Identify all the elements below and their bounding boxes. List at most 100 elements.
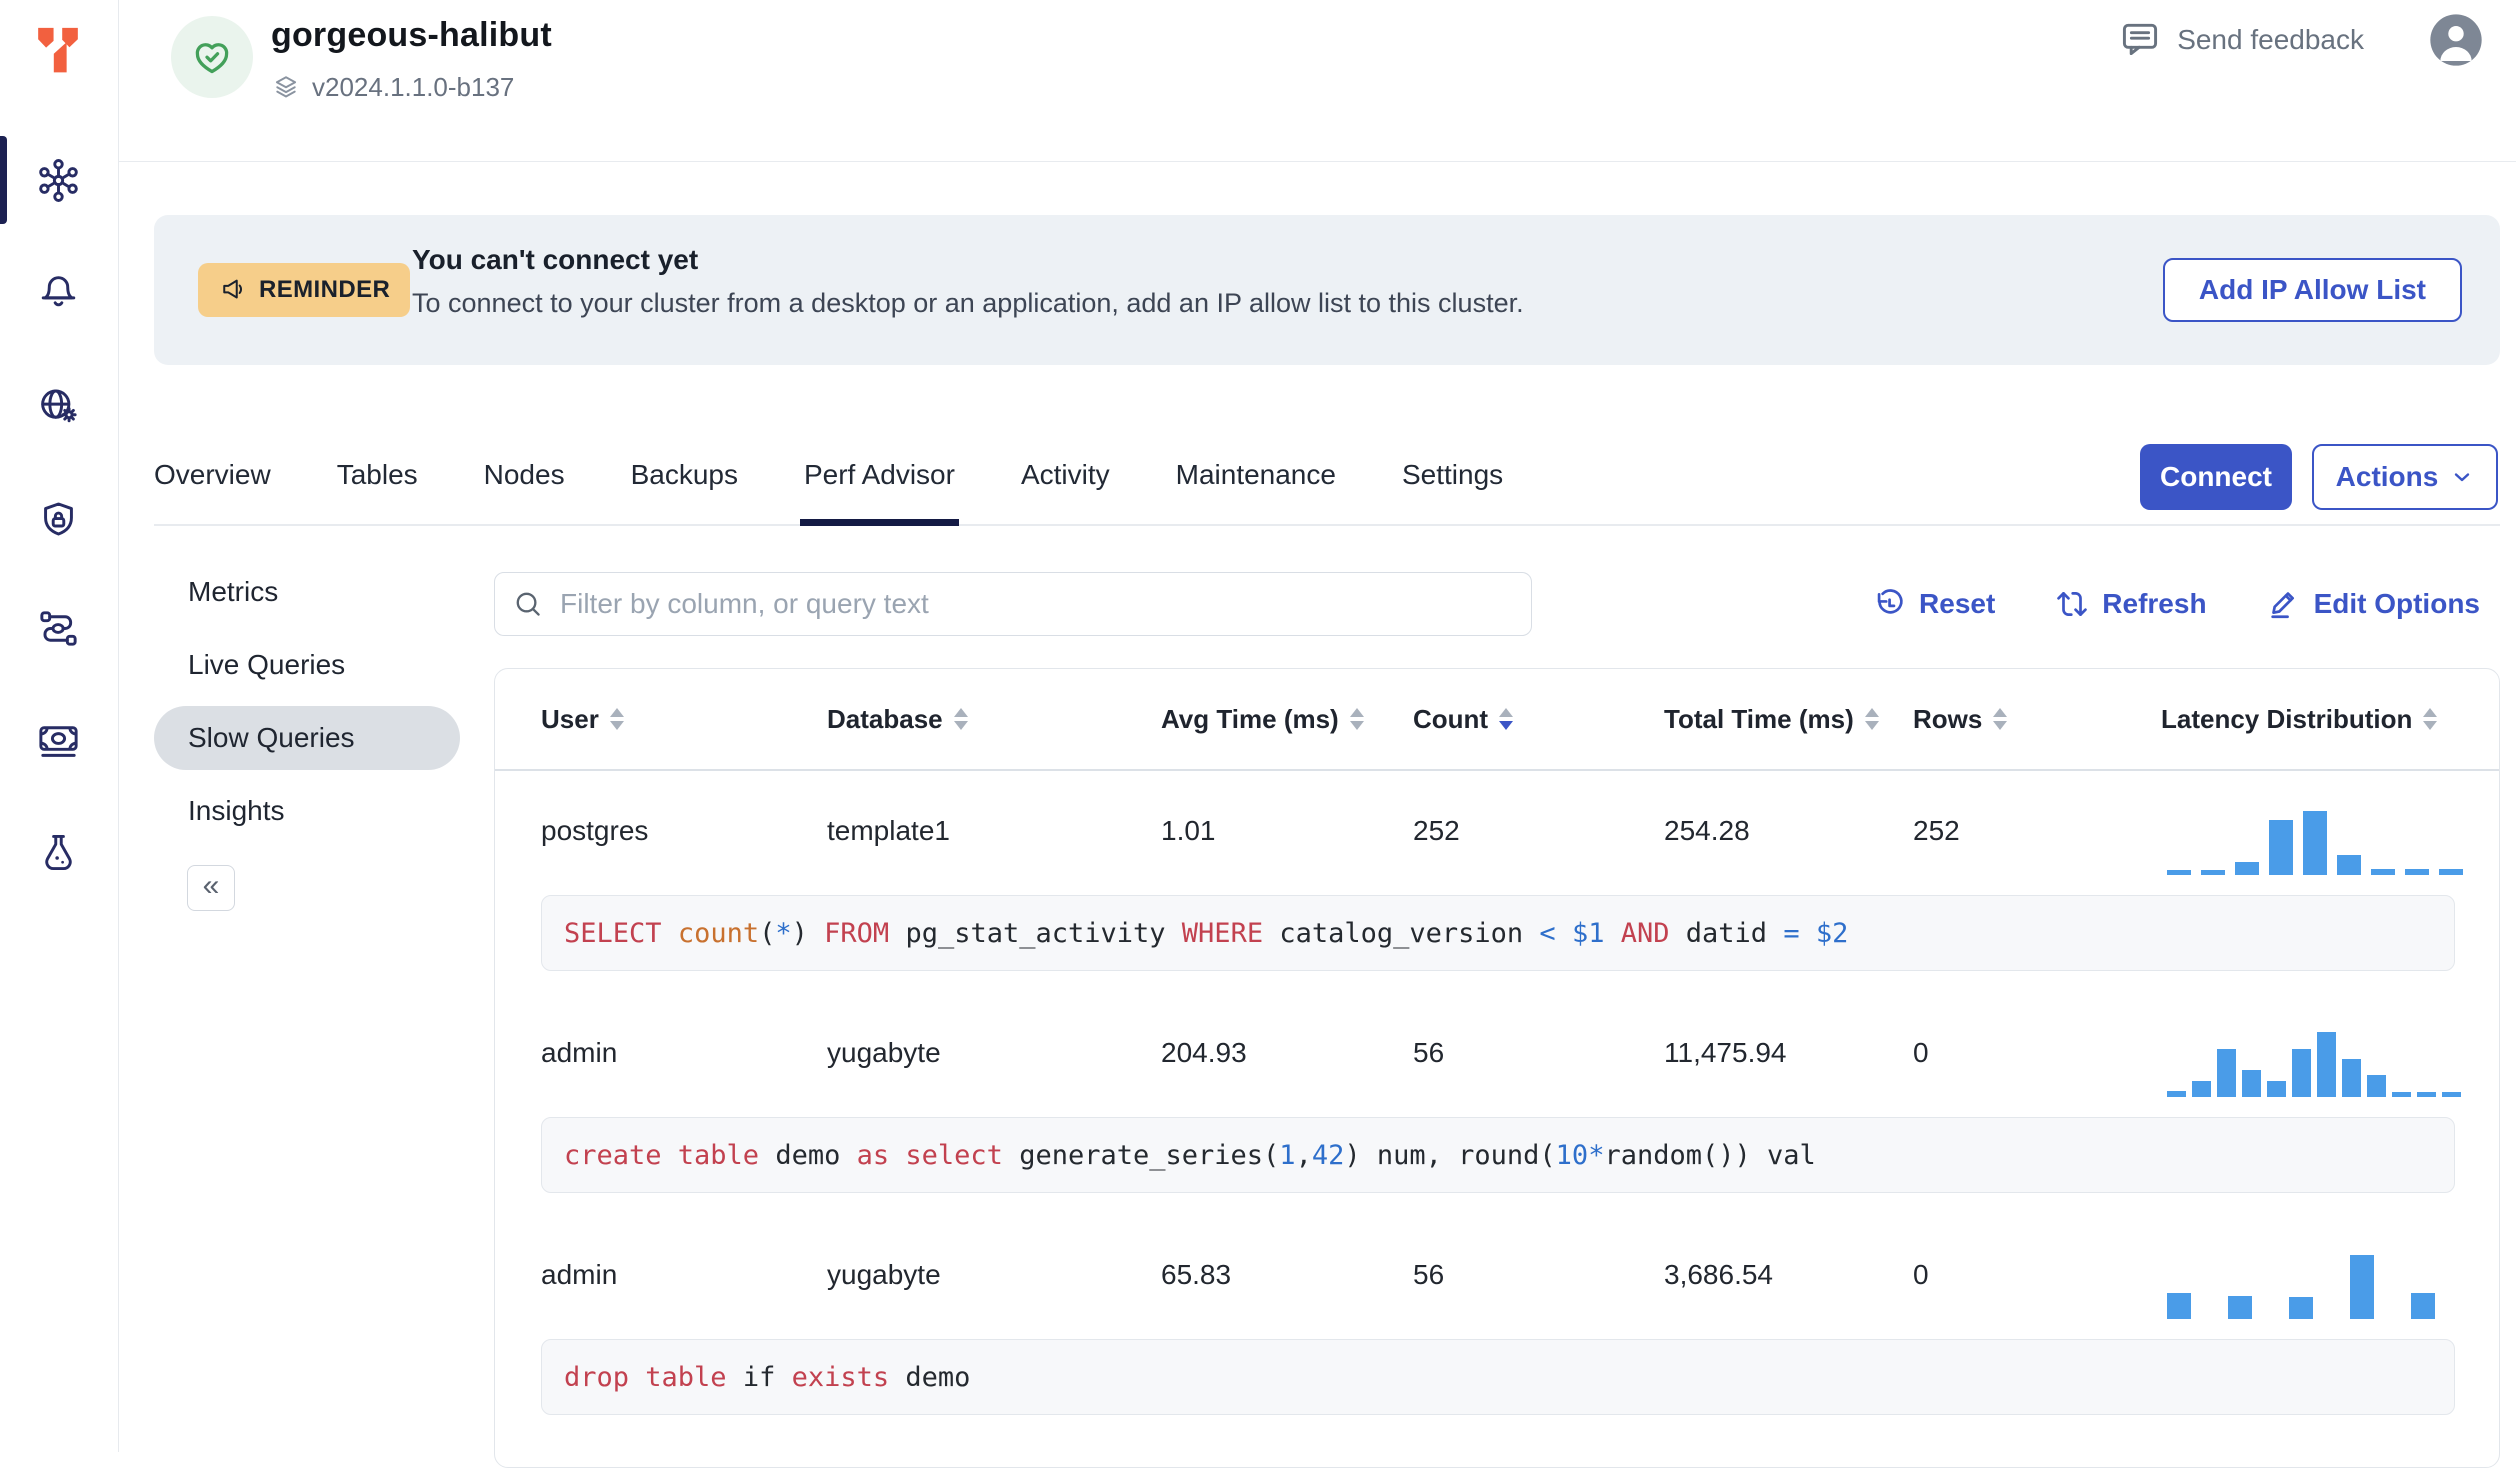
filter-input[interactable] xyxy=(558,587,1513,621)
reset-button[interactable]: Reset xyxy=(1872,587,1995,621)
table-row[interactable]: postgres template1 1.01 252 254.28 252 xyxy=(495,771,2499,891)
column-label: Latency Distribution xyxy=(2161,703,2413,734)
megaphone-icon xyxy=(223,279,242,299)
column-header-latency-distribution[interactable]: Latency Distribution xyxy=(2161,704,2499,735)
column-header-total-time-ms-[interactable]: Total Time (ms) xyxy=(1664,704,1913,735)
slow-queries-table: User Database Avg Time (ms) Count Total Time… xyxy=(494,668,2500,1468)
cell-total-time-ms: 3,686.54 xyxy=(1664,1259,1773,1290)
query-text-box[interactable]: SELECT count(*) FROM pg_stat_activity WH… xyxy=(541,895,2455,971)
cell-count: 56 xyxy=(1413,1259,1445,1290)
cell-database: yugabyte xyxy=(827,1259,941,1290)
nav-network-globe-icon[interactable] xyxy=(0,360,117,452)
nav-security-shield-icon[interactable] xyxy=(0,474,117,566)
banner-message: To connect to your cluster from a deskto… xyxy=(412,288,1524,318)
table-header-row: User Database Avg Time (ms) Count Total Time… xyxy=(495,669,2499,771)
column-label: Database xyxy=(827,703,943,734)
nav-clusters-icon[interactable] xyxy=(0,134,117,226)
version-text: v2024.1.1.0-b137 xyxy=(312,72,515,102)
tab-backups[interactable]: Backups xyxy=(631,443,738,524)
page-header: gorgeous-halibut v2024.1.1.0-b137 Send f… xyxy=(119,0,2516,162)
healthy-heart-check-icon xyxy=(195,43,229,74)
column-header-user[interactable]: User xyxy=(541,704,827,735)
cell-count: 252 xyxy=(1413,815,1460,846)
tab-settings[interactable]: Settings xyxy=(1402,443,1503,524)
layers-icon xyxy=(275,75,297,97)
tab-perf-advisor[interactable]: Perf Advisor xyxy=(799,443,959,526)
cell-user: admin xyxy=(541,1037,618,1068)
menu-item-metrics[interactable]: Metrics xyxy=(154,560,460,624)
add-ip-allow-list-button[interactable]: Add IP Allow List xyxy=(2162,258,2462,322)
tab-maintenance[interactable]: Maintenance xyxy=(1176,443,1336,524)
edit-pencil-icon xyxy=(2270,592,2294,619)
perf-advisor-menu: Metrics Live Queries Slow Queries Insights xyxy=(154,560,460,852)
nav-rail xyxy=(0,0,119,1452)
reminder-badge-label: REMINDER xyxy=(259,276,391,303)
column-label: Total Time (ms) xyxy=(1664,703,1854,734)
cell-database: template1 xyxy=(827,815,950,846)
cluster-detail-page: gorgeous-halibut v2024.1.1.0-b137 Send f… xyxy=(0,0,2516,1468)
latency-histogram xyxy=(2161,1029,2499,1097)
sort-icon[interactable] xyxy=(1349,708,1364,730)
column-header-database[interactable]: Database xyxy=(827,704,1161,735)
tab-activity[interactable]: Activity xyxy=(1021,443,1110,524)
tab-overview[interactable]: Overview xyxy=(154,443,271,524)
actions-dropdown-button[interactable]: Actions xyxy=(2312,444,2498,510)
sort-icon[interactable] xyxy=(2423,708,2438,730)
cell-rows: 0 xyxy=(1913,1037,1929,1068)
collapse-menu-button[interactable]: « xyxy=(187,865,235,911)
tab-nodes[interactable]: Nodes xyxy=(484,443,565,524)
tab-tables[interactable]: Tables xyxy=(337,443,418,524)
edit-options-button[interactable]: Edit Options xyxy=(2267,587,2480,621)
table-row[interactable]: admin yugabyte 204.93 56 11,475.94 0 xyxy=(495,993,2499,1113)
cell-user: admin xyxy=(541,1259,618,1290)
chevron-down-icon xyxy=(2455,473,2470,482)
search-icon xyxy=(516,592,540,616)
nav-integrations-flow-icon[interactable] xyxy=(0,582,117,674)
sort-icon[interactable] xyxy=(1864,708,1879,730)
cell-count: 56 xyxy=(1413,1037,1445,1068)
nav-labs-flask-icon[interactable] xyxy=(0,806,117,898)
feedback-chat-icon xyxy=(2123,23,2158,56)
reminder-banner: REMINDER You can't connect yet To connec… xyxy=(154,215,2500,365)
send-feedback-label: Send feedback xyxy=(2177,24,2364,55)
cell-avg-time-ms: 65.83 xyxy=(1161,1259,1232,1290)
nav-billing-icon[interactable] xyxy=(0,694,117,786)
menu-item-live-queries[interactable]: Live Queries xyxy=(154,633,460,697)
nav-alerts-bell-icon[interactable] xyxy=(0,241,117,333)
table-row[interactable]: admin yugabyte 65.83 56 3,686.54 0 xyxy=(495,1215,2499,1335)
cell-avg-time-ms: 204.93 xyxy=(1161,1037,1247,1068)
sort-icon[interactable] xyxy=(609,708,624,730)
user-avatar[interactable] xyxy=(2428,12,2484,68)
sort-icon[interactable] xyxy=(1993,708,2008,730)
menu-item-slow-queries[interactable]: Slow Queries xyxy=(154,706,460,770)
cluster-health-badge xyxy=(171,16,253,98)
cell-avg-time-ms: 1.01 xyxy=(1161,815,1216,846)
connect-button[interactable]: Connect xyxy=(2140,444,2292,510)
refresh-icon xyxy=(2057,592,2088,616)
cluster-name-title: gorgeous-halibut xyxy=(271,16,552,54)
query-text-box[interactable]: create table demo as select generate_ser… xyxy=(541,1117,2455,1193)
cell-total-time-ms: 11,475.94 xyxy=(1664,1037,1787,1068)
column-label: Avg Time (ms) xyxy=(1161,703,1339,734)
cell-total-time-ms: 254.28 xyxy=(1664,815,1750,846)
column-header-rows[interactable]: Rows xyxy=(1913,704,2161,735)
reset-label: Reset xyxy=(1919,588,1996,619)
yugabyte-logo-icon[interactable] xyxy=(30,22,86,78)
column-header-avg-time-ms-[interactable]: Avg Time (ms) xyxy=(1161,704,1413,735)
edit-options-label: Edit Options xyxy=(2313,588,2480,619)
cell-rows: 0 xyxy=(1913,1259,1929,1290)
send-feedback-button[interactable]: Send feedback xyxy=(2118,18,2364,62)
sort-icon[interactable] xyxy=(1499,708,1514,730)
query-text-box[interactable]: drop table if exists demo xyxy=(541,1339,2455,1415)
latency-histogram xyxy=(2161,807,2499,875)
refresh-button[interactable]: Refresh xyxy=(2055,587,2207,621)
column-header-count[interactable]: Count xyxy=(1413,704,1664,735)
column-label: Rows xyxy=(1913,703,1983,734)
menu-item-insights[interactable]: Insights xyxy=(154,779,460,843)
actions-label: Actions xyxy=(2335,461,2439,492)
banner-title: You can't connect yet xyxy=(412,244,699,275)
reminder-badge: REMINDER xyxy=(198,263,411,317)
refresh-label: Refresh xyxy=(2102,588,2207,619)
sort-icon[interactable] xyxy=(953,708,968,730)
column-label: User xyxy=(541,703,599,734)
